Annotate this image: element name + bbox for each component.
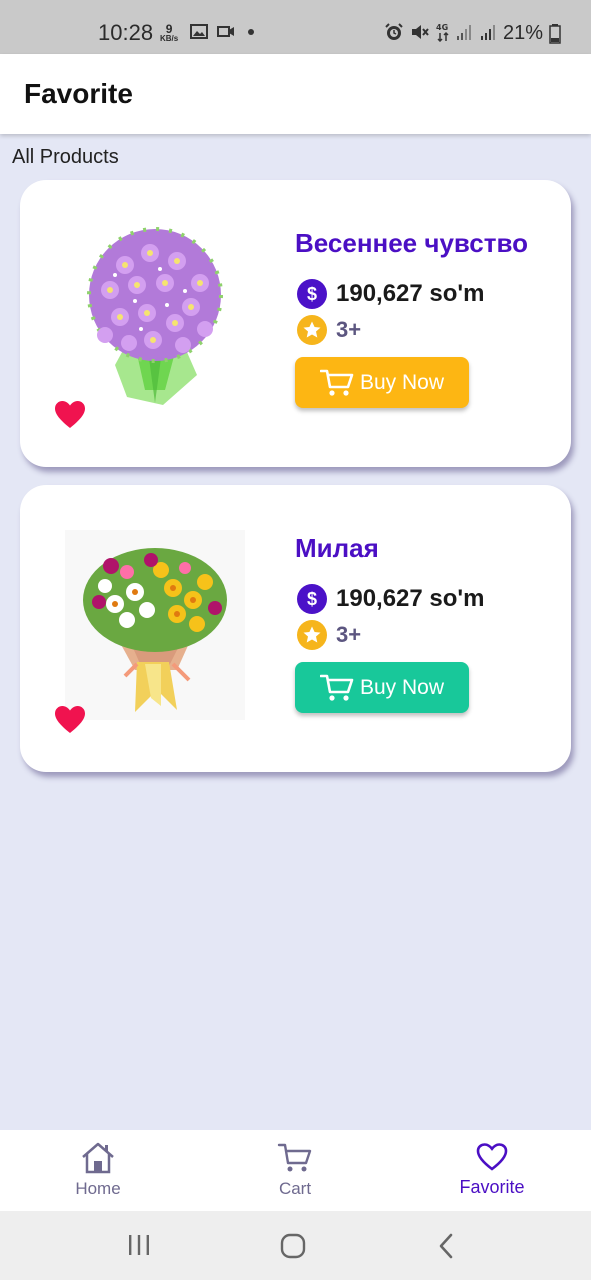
product-name: Милая: [295, 533, 379, 563]
system-nav-bar: [0, 1211, 591, 1280]
product-rating: 3+: [336, 622, 362, 647]
buy-now-button[interactable]: Buy Now: [295, 662, 469, 713]
network-speed: 9 KB/s: [160, 23, 179, 43]
buy-now-label: Buy Now: [359, 370, 445, 394]
app-bar: Favorite: [0, 54, 591, 134]
alarm-icon: [385, 23, 403, 40]
star-icon: [297, 620, 327, 650]
product-image: [87, 227, 223, 405]
network-speed-unit: KB/s: [160, 34, 179, 43]
nav-label-favorite: Favorite: [459, 1177, 525, 1197]
product-image: [65, 530, 245, 720]
favorite-heart-icon[interactable]: [54, 400, 86, 430]
product-card[interactable]: Милая $ 190,627 so'm 3+ Buy Now: [20, 485, 571, 772]
nav-item-cart[interactable]: Cart: [235, 1142, 355, 1199]
product-name: Весеннее чувство: [295, 228, 528, 258]
signal-icon: [457, 25, 471, 40]
rating-row: 3+: [297, 315, 361, 345]
4g-icon: 4G: [436, 23, 449, 42]
battery-percent: 21%: [503, 22, 544, 44]
battery-icon: [549, 24, 561, 44]
page-title: Favorite: [24, 78, 133, 109]
home-icon: [82, 1142, 114, 1174]
cart-icon: [319, 369, 354, 396]
mute-icon: [412, 25, 429, 39]
nav-item-home[interactable]: Home: [38, 1142, 158, 1199]
product-price: 190,627 so'm: [336, 280, 485, 307]
signal-icon: [481, 25, 495, 40]
rating-row: 3+: [297, 620, 361, 650]
back-icon[interactable]: [438, 1233, 454, 1259]
dollar-icon: $: [297, 279, 327, 309]
nav-label-home: Home: [75, 1179, 121, 1198]
product-price: 190,627 so'm: [336, 585, 485, 612]
svg-text:4G: 4G: [436, 23, 448, 32]
star-icon: [297, 315, 327, 345]
bottom-nav: Home Cart Favorite: [0, 1130, 591, 1211]
status-bar: 10:28 9 KB/s 4G 21%: [0, 0, 591, 54]
product-card[interactable]: Весеннее чувство $ 190,627 so'm 3+ Buy N…: [20, 180, 571, 467]
product-rating: 3+: [336, 317, 362, 342]
price-row: $ 190,627 so'm: [297, 584, 484, 614]
buy-now-button[interactable]: Buy Now: [295, 357, 469, 408]
cart-icon: [277, 1143, 312, 1172]
buy-now-label: Buy Now: [359, 675, 445, 699]
nav-label-cart: Cart: [278, 1179, 312, 1198]
heart-outline-icon: [476, 1143, 508, 1171]
cart-icon: [319, 674, 354, 701]
video-icon: [217, 26, 234, 37]
home-button-icon[interactable]: [280, 1233, 306, 1259]
recent-apps-icon[interactable]: [128, 1233, 150, 1257]
dot-icon: [248, 28, 254, 35]
dollar-icon: $: [297, 584, 327, 614]
favorite-heart-icon[interactable]: [54, 705, 86, 735]
section-label: All Products: [12, 146, 119, 168]
gallery-icon: [190, 24, 208, 39]
price-row: $ 190,627 so'm: [297, 279, 484, 309]
status-time: 10:28: [98, 20, 154, 45]
nav-item-favorite[interactable]: Favorite: [432, 1142, 552, 1198]
